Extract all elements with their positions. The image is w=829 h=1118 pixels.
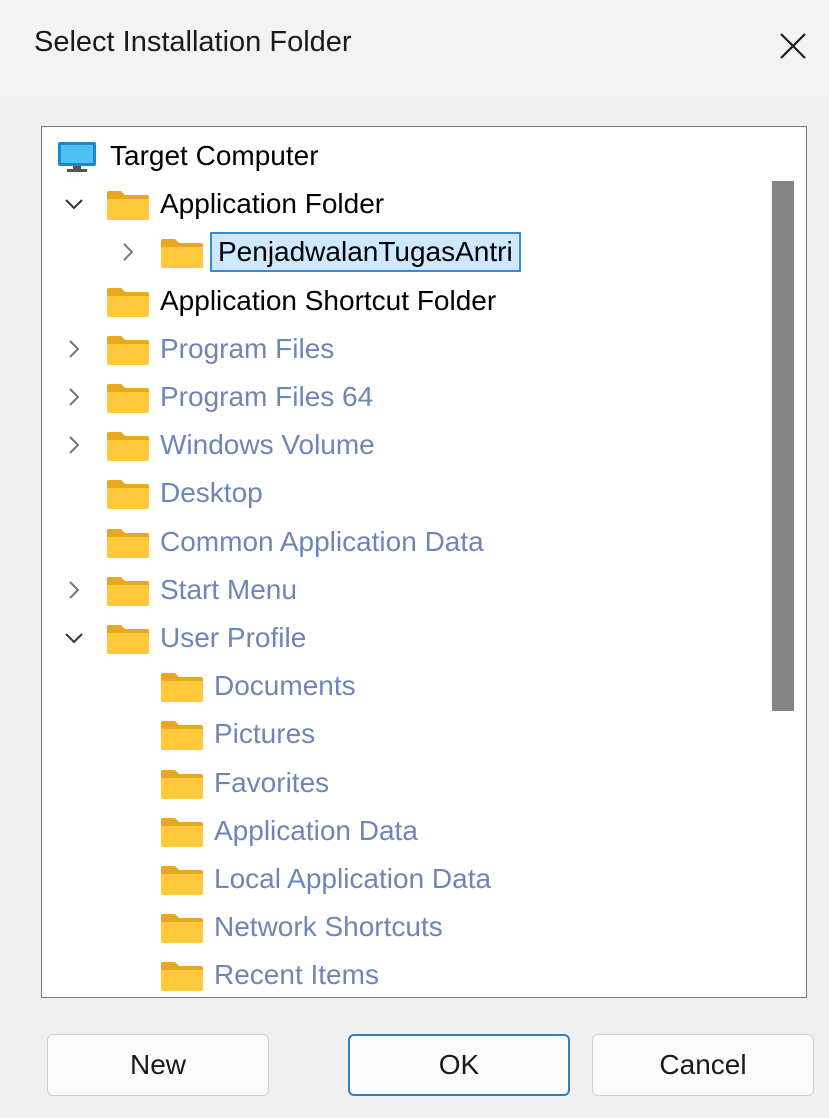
tree-item-label: Application Shortcut Folder <box>160 284 497 316</box>
tree-item-label: Program Files <box>160 332 335 364</box>
chevron-right-icon[interactable] <box>60 335 88 363</box>
tree-item-label: Application Folder <box>160 188 385 220</box>
folder-icon <box>106 527 150 558</box>
folder-icon <box>160 912 204 944</box>
tree-item[interactable]: Application Folder <box>42 181 762 227</box>
folder-icon <box>160 237 204 269</box>
folder-icon <box>160 671 204 703</box>
tree-item[interactable]: Target Computer <box>42 133 762 179</box>
ok-button[interactable]: OK <box>348 1034 570 1096</box>
tree-item-label: Start Menu <box>160 573 297 605</box>
tree-item[interactable]: PenjadwalanTugasAntri <box>42 229 762 275</box>
tree-item[interactable]: Documents <box>42 663 762 709</box>
close-icon <box>780 33 806 59</box>
chevron-down-icon[interactable] <box>60 190 88 218</box>
folder-icon <box>106 382 150 413</box>
chevron-right-icon[interactable] <box>60 576 88 604</box>
folder-tree[interactable]: Target Computer Application Folder Penjadw… <box>41 126 807 998</box>
vertical-scrollbar[interactable] <box>760 127 806 997</box>
tree-item[interactable]: Pictures <box>42 711 762 757</box>
tree-item[interactable]: Local Application Data <box>42 856 762 902</box>
tree-item-label: Desktop <box>160 477 263 509</box>
folder-icon <box>160 816 204 847</box>
folder-icon <box>106 575 150 606</box>
tree-item[interactable]: Application Data <box>42 808 762 854</box>
folder-icon <box>106 478 150 510</box>
cancel-button[interactable]: Cancel <box>592 1034 814 1096</box>
tree-item[interactable]: Common Application Data <box>42 519 762 565</box>
scroll-thumb[interactable] <box>772 181 794 711</box>
tree-item-label: Network Shortcuts <box>214 911 443 943</box>
chevron-right-icon[interactable] <box>60 383 88 411</box>
tree-item[interactable]: Program Files 64 <box>42 374 762 420</box>
computer-icon <box>56 141 100 172</box>
title-bar: Select Installation Folder <box>0 0 829 96</box>
folder-icon <box>106 623 150 654</box>
tree-item-label: User Profile <box>160 622 307 653</box>
folder-icon <box>106 286 150 317</box>
new-button[interactable]: New <box>47 1034 269 1096</box>
tree-item[interactable]: Network Shortcuts <box>42 904 762 950</box>
folder-icon <box>106 189 150 221</box>
folder-icon <box>160 960 204 992</box>
tree-item[interactable]: Application Shortcut Folder <box>42 278 762 324</box>
tree-item-label: Documents <box>214 670 356 702</box>
tree-item[interactable]: User Profile <box>42 615 762 661</box>
folder-icon <box>106 334 150 365</box>
select-installation-folder-dialog: Select Installation Folder Target Comput… <box>0 0 829 1118</box>
tree-item[interactable]: Desktop <box>42 470 762 516</box>
tree-item[interactable]: Start Menu <box>42 567 762 613</box>
tree-item-label: Program Files 64 <box>160 381 374 412</box>
chevron-right-icon[interactable] <box>60 431 88 459</box>
tree-item-label: Local Application Data <box>214 863 492 894</box>
chevron-down-icon[interactable] <box>60 624 88 652</box>
folder-icon <box>160 864 204 895</box>
tree-item-label: PenjadwalanTugasAntri <box>210 232 521 273</box>
tree-item[interactable]: Favorites <box>42 760 762 806</box>
tree-item-label: Application Data <box>214 814 418 846</box>
chevron-right-icon[interactable] <box>114 238 142 266</box>
tree-item-label: Favorites <box>214 766 330 798</box>
tree-item-label: Pictures <box>214 718 316 750</box>
folder-icon <box>160 768 204 799</box>
tree-item[interactable]: Program Files <box>42 326 762 372</box>
tree-item[interactable]: Recent Items <box>42 952 762 997</box>
tree-item-label: Target Computer <box>110 140 319 171</box>
close-button[interactable] <box>771 24 815 68</box>
folder-icon <box>106 430 150 462</box>
tree-item-label: Common Application Data <box>160 525 484 557</box>
folder-icon <box>160 719 204 751</box>
dialog-title: Select Installation Folder <box>34 26 352 58</box>
tree-item[interactable]: Windows Volume <box>42 422 762 468</box>
tree-item-label: Windows Volume <box>160 429 375 461</box>
tree-item-label: Recent Items <box>214 959 379 991</box>
